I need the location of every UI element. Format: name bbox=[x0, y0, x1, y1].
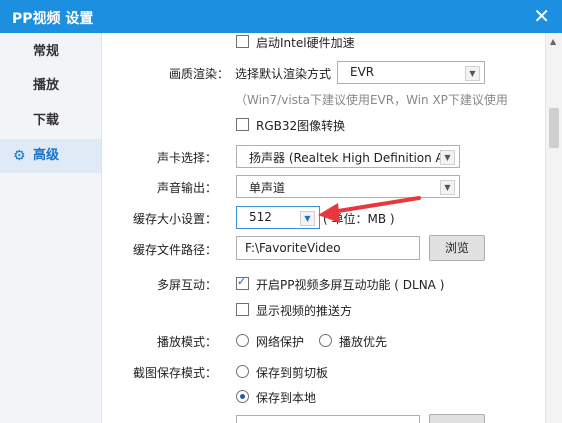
radio-network-protect[interactable] bbox=[236, 334, 249, 347]
multiscreen-label: 多屏互动： bbox=[156, 278, 217, 292]
settings-panel: 启动Intel硬件加速 画质渲染： 选择默认渲染方式 EVR ▼ （Win7/v… bbox=[102, 33, 545, 423]
rgb32-label: RGB32图像转换 bbox=[256, 119, 346, 133]
screenshot-browse-button[interactable] bbox=[429, 414, 485, 423]
render-value: EVR bbox=[350, 65, 375, 79]
radio-playback-priority-label: 播放优先 bbox=[339, 335, 388, 349]
radio-save-clipboard-label: 保存到剪切板 bbox=[256, 366, 329, 380]
sidebar-item-download[interactable]: 下载 bbox=[0, 104, 101, 138]
sidebar-item-label: 高级 bbox=[33, 148, 60, 163]
radio-save-local-label: 保存到本地 bbox=[256, 391, 317, 405]
cache-size-label: 缓存大小设置： bbox=[132, 212, 217, 226]
screenshot-path-input[interactable] bbox=[236, 415, 420, 423]
show-device-label: 显示视频的推送方 bbox=[256, 304, 353, 318]
sound-output-value: 单声道 bbox=[249, 181, 286, 195]
chevron-down-icon: ▼ bbox=[440, 180, 455, 195]
render-label: 画质渲染： bbox=[168, 67, 229, 81]
render-hint: （Win7/vista下建议使用EVR，Win XP下建议使用 bbox=[235, 93, 508, 107]
sidebar-item-general[interactable]: 常规 bbox=[0, 35, 101, 69]
cache-path-input[interactable]: F:\FavoriteVideo bbox=[236, 236, 420, 260]
sidebar-item-label: 下载 bbox=[33, 113, 60, 128]
screenshot-mode-label: 截图保存模式： bbox=[132, 366, 217, 380]
chevron-down-icon: ▼ bbox=[300, 211, 315, 226]
render-select[interactable]: EVR ▼ bbox=[337, 61, 485, 84]
scroll-thumb[interactable] bbox=[549, 108, 559, 148]
cache-size-value: 512 bbox=[249, 210, 272, 224]
radio-network-protect-label: 网络保护 bbox=[256, 335, 305, 349]
sidebar-item-label: 常规 bbox=[33, 44, 60, 59]
close-icon[interactable]: ✕ bbox=[533, 6, 550, 26]
radio-playback-priority[interactable] bbox=[319, 334, 332, 347]
scrollbar[interactable]: ▲ bbox=[545, 33, 562, 423]
scroll-up-icon[interactable]: ▲ bbox=[550, 37, 556, 46]
sound-card-value: 扬声器 (Realtek High Definition Au bbox=[249, 151, 441, 165]
play-mode-label: 播放模式： bbox=[156, 335, 217, 349]
sidebar-item-label: 播放 bbox=[33, 78, 60, 93]
rgb32-checkbox[interactable] bbox=[236, 118, 249, 131]
render-prompt: 选择默认渲染方式 bbox=[235, 67, 332, 81]
chevron-down-icon: ▼ bbox=[440, 150, 455, 165]
cache-path-value: F:\FavoriteVideo bbox=[245, 241, 341, 255]
sound-output-label: 声音输出： bbox=[156, 181, 217, 195]
browse-button[interactable]: 浏览 bbox=[429, 235, 485, 261]
sidebar: 常规 播放 下载 ⚙ 高级 bbox=[0, 33, 102, 423]
cache-size-select[interactable]: 512 ▼ bbox=[236, 206, 320, 229]
sidebar-item-playback[interactable]: 播放 bbox=[0, 69, 101, 103]
intel-accel-label: 启动Intel硬件加速 bbox=[256, 36, 355, 50]
dlna-label: 开启PP视频多屏互动功能 ( DLNA ) bbox=[256, 278, 445, 292]
sound-card-label: 声卡选择： bbox=[156, 151, 217, 165]
sound-card-select[interactable]: 扬声器 (Realtek High Definition Au ▼ bbox=[236, 145, 460, 168]
sidebar-item-advanced[interactable]: ⚙ 高级 bbox=[0, 139, 101, 173]
title-bar: PP视频 设置 ✕ bbox=[0, 0, 562, 33]
window-title: PP视频 设置 bbox=[12, 11, 94, 27]
dlna-checkbox[interactable] bbox=[236, 275, 249, 290]
show-device-checkbox[interactable] bbox=[236, 303, 249, 316]
annotation-arrow-icon bbox=[318, 196, 421, 223]
chevron-down-icon: ▼ bbox=[465, 66, 480, 81]
gear-icon: ⚙ bbox=[13, 148, 26, 164]
radio-save-local[interactable] bbox=[236, 390, 249, 403]
intel-accel-checkbox[interactable] bbox=[236, 35, 249, 48]
cache-path-label: 缓存文件路径： bbox=[132, 243, 217, 257]
radio-save-clipboard[interactable] bbox=[236, 365, 249, 378]
